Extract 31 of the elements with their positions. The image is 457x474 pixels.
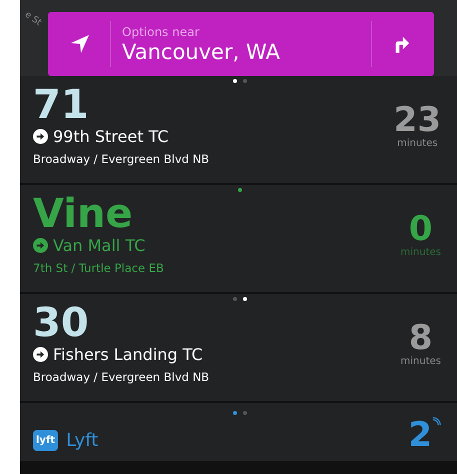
route-number: Vine: [33, 194, 134, 234]
route-number: 30: [33, 303, 90, 343]
minutes-value: 23: [394, 102, 441, 138]
street-label: e St: [22, 10, 43, 28]
minutes-unit: minutes: [400, 356, 441, 367]
arrow-circle-icon: [33, 129, 48, 144]
route-number: 71: [33, 85, 90, 125]
location-arrow-icon[interactable]: [70, 34, 90, 54]
location-caption: Options near: [122, 24, 200, 38]
destination-label: Fishers Landing TC: [53, 345, 203, 364]
service-name: Lyft: [66, 430, 98, 450]
destination-label: 99th Street TC: [53, 127, 169, 146]
stop-label: Broadway / Evergreen Blvd NB: [33, 152, 210, 166]
minutes-value: 2: [408, 417, 432, 453]
minutes-unit: minutes: [397, 138, 438, 149]
departure-card[interactable]: lyft Lyft 2: [20, 403, 457, 463]
turn-right-arrow-icon[interactable]: [394, 35, 410, 53]
departure-card[interactable]: 30 Fishers Landing TC Broadway / Evergreen Blvd NB 8 minutes: [20, 294, 457, 403]
destination-label: Van Mall TC: [53, 236, 146, 255]
lyft-logo: lyft: [33, 430, 58, 450]
departure-card[interactable]: 71 99th Street TC Broadway / Evergreen Blvd NB 23 minutes: [20, 76, 457, 185]
arrow-circle-icon: [33, 238, 48, 253]
departure-card[interactable]: Vine Van Mall TC 7th St / Turtle Place EB 0 minutes: [20, 185, 457, 294]
minutes-unit: minutes: [400, 247, 441, 258]
minutes-value: 8: [408, 320, 433, 356]
live-signal-icon: [432, 417, 441, 426]
minutes-value: 0: [408, 211, 433, 247]
arrow-circle-icon: [33, 347, 48, 362]
stop-label: Broadway / Evergreen Blvd NB: [33, 370, 210, 384]
location-field[interactable]: Vancouver, WA: [122, 40, 371, 64]
stop-label: 7th St / Turtle Place EB: [33, 261, 164, 275]
